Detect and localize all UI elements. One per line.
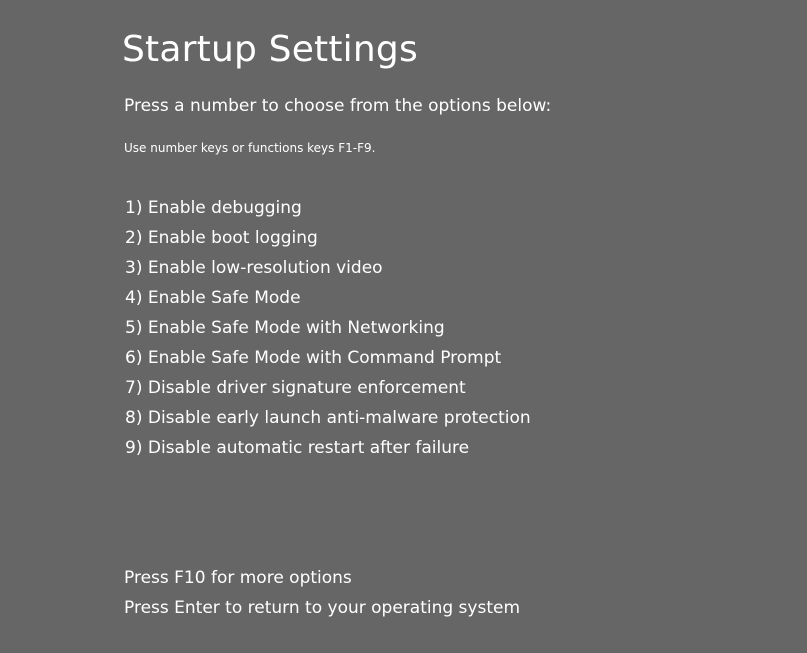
instruction-text: Press a number to choose from the option… bbox=[124, 96, 552, 116]
footer-instructions: Press F10 for more options Press Enter t… bbox=[124, 563, 520, 623]
option-disable-early-launch-anti-malware[interactable]: 8) Disable early launch anti-malware pro… bbox=[125, 403, 531, 433]
option-enable-debugging[interactable]: 1) Enable debugging bbox=[125, 193, 531, 223]
option-enable-safe-mode-command-prompt[interactable]: 6) Enable Safe Mode with Command Prompt bbox=[125, 343, 531, 373]
option-disable-automatic-restart[interactable]: 9) Disable automatic restart after failu… bbox=[125, 433, 531, 463]
key-hint-text: Use number keys or functions keys F1-F9. bbox=[124, 141, 376, 155]
option-enable-safe-mode-networking[interactable]: 5) Enable Safe Mode with Networking bbox=[125, 313, 531, 343]
option-enable-low-resolution-video[interactable]: 3) Enable low-resolution video bbox=[125, 253, 531, 283]
page-title: Startup Settings bbox=[122, 29, 418, 70]
return-to-os-text[interactable]: Press Enter to return to your operating … bbox=[124, 593, 520, 623]
option-enable-boot-logging[interactable]: 2) Enable boot logging bbox=[125, 223, 531, 253]
option-disable-driver-signature-enforcement[interactable]: 7) Disable driver signature enforcement bbox=[125, 373, 531, 403]
option-enable-safe-mode[interactable]: 4) Enable Safe Mode bbox=[125, 283, 531, 313]
more-options-text[interactable]: Press F10 for more options bbox=[124, 563, 520, 593]
startup-settings-screen: Startup Settings Press a number to choos… bbox=[0, 0, 807, 653]
startup-options-list: 1) Enable debugging 2) Enable boot loggi… bbox=[125, 193, 531, 463]
